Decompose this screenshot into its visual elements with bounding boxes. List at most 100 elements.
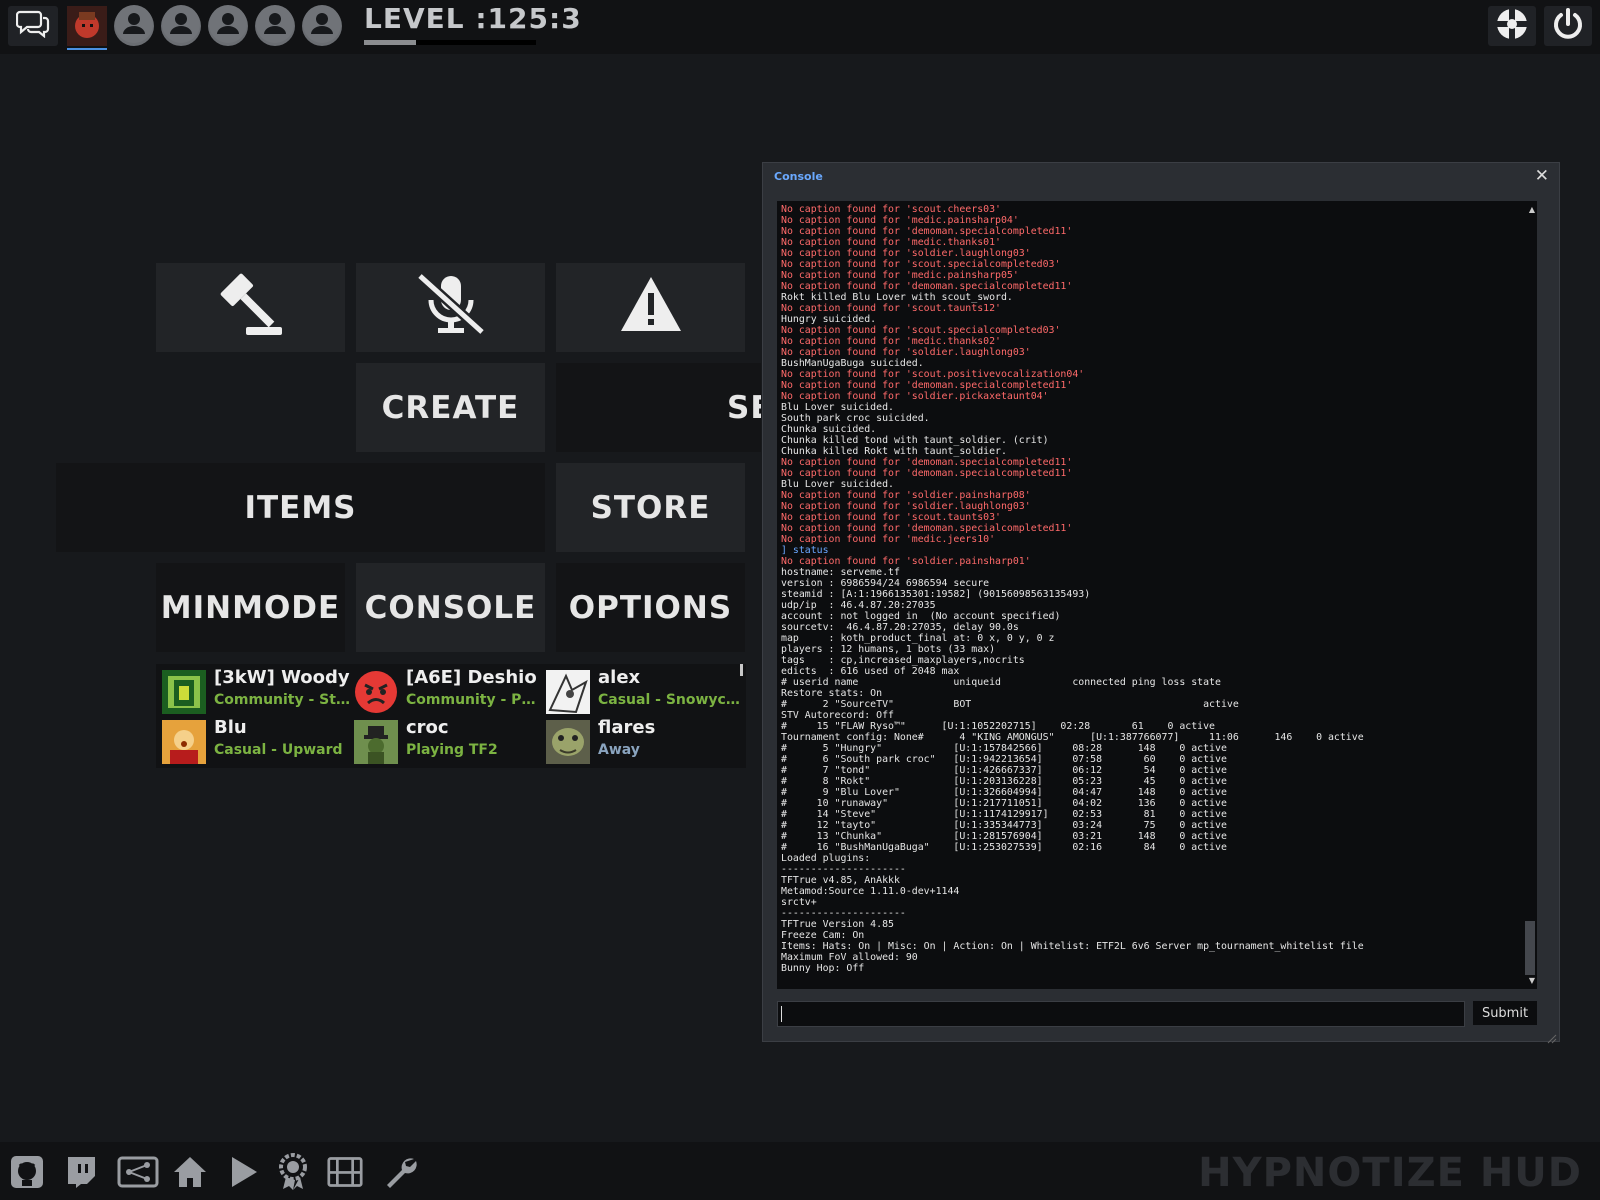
console-line: tags : cp,increased_maxplayers,nocrits	[781, 655, 1025, 666]
console-line: STV Autorecord: Off	[781, 710, 894, 721]
console-line: Tournament config: None# 4 "KING AMONGUS…	[781, 732, 1364, 743]
party-slot-5[interactable]	[302, 4, 342, 48]
console-line: No caption found for 'scout.positivevoca…	[781, 369, 1085, 380]
servers-button[interactable]: SE	[556, 363, 761, 452]
party-slot-2[interactable]	[161, 5, 201, 46]
friend-item[interactable]: Blu Casual - Upward	[156, 716, 346, 764]
person-icon	[302, 4, 342, 48]
console-line: # 15 "FLAW Ryso™" [U:1:1052202715] 02:28…	[781, 721, 1216, 732]
options-button[interactable]: OPTIONS	[556, 563, 745, 652]
console-line: No caption found for 'medic.jeers10'	[781, 534, 996, 545]
report-button[interactable]	[556, 263, 745, 352]
console-button[interactable]: CONSOLE	[356, 563, 545, 652]
friend-avatar	[354, 720, 398, 764]
console-window: Console ✕ No caption found for 'scout.ch…	[762, 162, 1560, 1044]
console-line: # 14 "Steve" [U:1:1174129917] 02:53 81 0…	[781, 809, 1227, 820]
console-line: # 2 "SourceTV" BOT active	[781, 699, 1239, 710]
store-button[interactable]: STORE	[556, 463, 745, 552]
play-icon[interactable]	[226, 1154, 262, 1190]
console-line: map : koth_product_final at: 0 x, 0 y, 0…	[781, 633, 1055, 644]
console-line: Rokt killed Blu Lover with scout_sword.	[781, 292, 1013, 303]
person-icon	[114, 4, 154, 48]
level-text: LEVEL :125:3	[364, 2, 582, 35]
twitch-icon[interactable]	[63, 1154, 99, 1190]
replay-icon[interactable]	[327, 1154, 363, 1190]
gavel-icon	[216, 269, 286, 347]
console-line: Maximum FoV allowed: 90	[781, 952, 918, 963]
console-line: # userid name uniqueid connected ping lo…	[781, 677, 1221, 688]
party-slot-1[interactable]	[114, 4, 154, 48]
console-line: No caption found for 'demoman.specialcom…	[781, 523, 1073, 534]
console-scrollbar-thumb[interactable]	[1525, 921, 1535, 975]
console-line: No caption found for 'soldier.laughlong0…	[781, 248, 1031, 259]
friend-item[interactable]: [A6E] Deshio Community - Proce...	[348, 666, 542, 714]
console-line: # 10 "runaway" [U:1:217711051] 04:02 136…	[781, 798, 1227, 809]
console-line: No caption found for 'soldier.laughlong0…	[781, 501, 1031, 512]
console-line: # 13 "Chunka" [U:1:281576904] 03:21 148 …	[781, 831, 1227, 842]
console-line: Chunka suicided.	[781, 424, 877, 435]
party-slot-4[interactable]	[255, 5, 295, 46]
console-output[interactable]: No caption found for 'scout.cheers03' No …	[777, 201, 1537, 989]
ban-hammer-button[interactable]	[156, 263, 345, 352]
person-icon	[208, 4, 248, 48]
servers-button-label: SE	[727, 389, 761, 426]
friends-scrollbar[interactable]	[740, 664, 743, 676]
scroll-up-arrow-icon[interactable]: ▲	[1529, 205, 1535, 214]
console-line: # 12 "tayto" [U:1:335344773] 03:24 75 0 …	[781, 820, 1227, 831]
console-log: No caption found for 'scout.cheers03' No …	[777, 201, 1537, 977]
submit-button[interactable]: Submit	[1473, 1001, 1537, 1025]
console-line: udp/ip : 46.4.87.20:27035	[781, 600, 936, 611]
console-line: srctv+	[781, 897, 817, 908]
quit-button[interactable]	[1544, 6, 1592, 46]
friend-item[interactable]: alex Casual - Snowycoast	[540, 666, 740, 714]
console-line: Chunka killed Rokt with taunt_soldier.	[781, 446, 1007, 457]
friend-name: flares	[598, 717, 656, 738]
scroll-down-arrow-icon[interactable]: ▼	[1529, 976, 1535, 985]
friend-item[interactable]: [3kW] Woody Community - Steel ...	[156, 666, 350, 714]
player-avatar[interactable]	[67, 6, 107, 50]
console-line: South park croc suicided.	[781, 413, 930, 424]
console-line: No caption found for 'demoman.specialcom…	[781, 457, 1073, 468]
console-line: No caption found for 'demoman.specialcom…	[781, 281, 1073, 292]
console-line: No caption found for 'medic.painsharp05'	[781, 270, 1019, 281]
mute-button[interactable]	[356, 263, 545, 352]
create-button[interactable]: CREATE	[356, 363, 545, 452]
wrench-icon[interactable]	[383, 1154, 419, 1190]
friend-avatar	[162, 720, 206, 764]
friend-status: Playing TF2	[406, 742, 498, 758]
level-progress-fill	[364, 40, 416, 45]
console-line: # 8 "Rokt" [U:1:203136228] 05:23 45 0 ac…	[781, 776, 1227, 787]
party-slot-3[interactable]	[208, 4, 248, 48]
resize-grip-icon[interactable]	[1547, 1029, 1557, 1044]
servers-icon[interactable]	[117, 1154, 159, 1190]
console-input[interactable]	[777, 1001, 1465, 1027]
items-button[interactable]: ITEMS	[56, 463, 545, 552]
friend-name: [3kW] Woody	[214, 667, 350, 688]
github-icon[interactable]	[9, 1154, 45, 1190]
tf2-logo-button[interactable]	[1488, 6, 1536, 46]
console-line: ] status	[781, 545, 829, 556]
friend-item[interactable]: flares Away	[540, 716, 740, 764]
chat-button[interactable]	[8, 6, 58, 46]
console-line: No caption found for 'scout.cheers03'	[781, 204, 1001, 215]
console-line: TFTrue v4.85, AnAkkk	[781, 875, 900, 886]
home-icon[interactable]	[172, 1154, 208, 1190]
console-line: Chunka killed tond with taunt_soldier. (…	[781, 435, 1049, 446]
friend-name: croc	[406, 717, 449, 738]
console-line: Restore stats: On	[781, 688, 883, 699]
console-line: edicts : 616 used of 2048 max	[781, 666, 960, 677]
console-line: No caption found for 'scout.specialcompl…	[781, 259, 1061, 270]
console-line: No caption found for 'soldier.pickaxetau…	[781, 391, 1049, 402]
friend-name: [A6E] Deshio	[406, 667, 537, 688]
chat-icon	[15, 10, 50, 42]
achievement-icon[interactable]	[275, 1153, 311, 1190]
friend-status: Casual - Upward	[214, 742, 343, 758]
console-line: No caption found for 'scout.taunts12'	[781, 303, 1001, 314]
console-line: players : 12 humans, 1 bots (33 max)	[781, 644, 996, 655]
friend-item[interactable]: croc Playing TF2	[348, 716, 538, 764]
minmode-button[interactable]: MINMODE	[156, 563, 345, 652]
console-line: TFTrue Version 4.85	[781, 919, 894, 930]
top-bar: LEVEL :125:3	[0, 0, 1600, 54]
console-line: No caption found for 'scout.specialcompl…	[781, 325, 1061, 336]
close-icon[interactable]: ✕	[1535, 166, 1549, 186]
